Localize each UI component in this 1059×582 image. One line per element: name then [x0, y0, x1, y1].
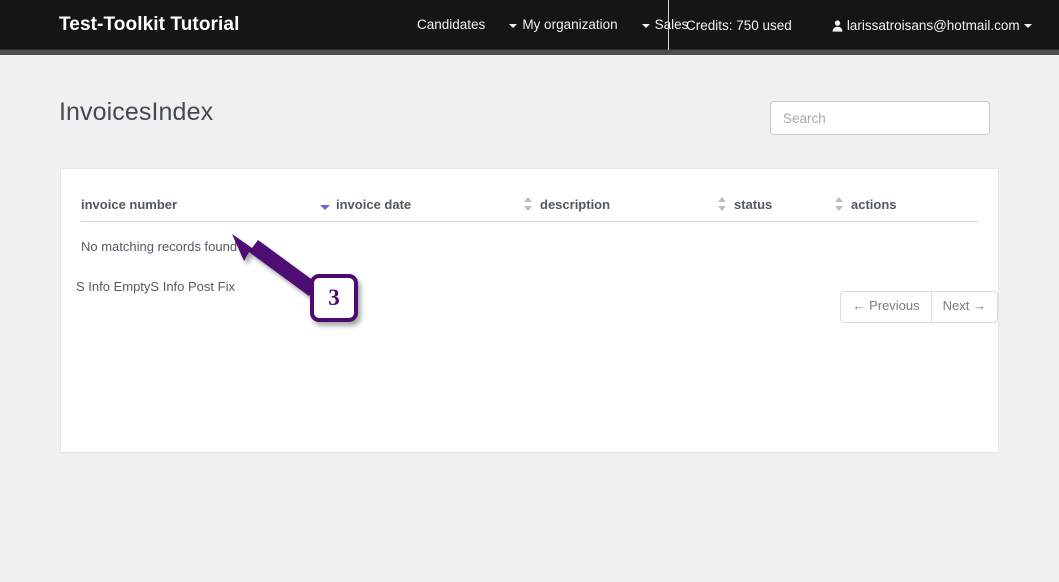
column-header-actions[interactable]: actions: [835, 197, 979, 222]
pagination-controls: ← Previous Next →: [840, 291, 998, 323]
table-info-text: S Info EmptyS Info Post Fix: [76, 279, 235, 294]
navbar-divider: [668, 0, 669, 50]
page-title: InvoicesIndex: [59, 98, 214, 126]
user-account-menu[interactable]: larissatroisans@hotmail.com: [832, 18, 1032, 33]
navbar-bottom-strip: [0, 50, 1059, 55]
column-header-invoice-date[interactable]: invoice date: [320, 197, 540, 222]
caret-down-icon: [1023, 24, 1032, 28]
sort-desc-icon[interactable]: [320, 197, 330, 211]
column-header-invoice-number-label: invoice number: [81, 197, 178, 212]
empty-message: No matching records found: [81, 239, 238, 254]
navbar-right-section: Credits: 750 used larissatroisans@hotmai…: [686, 0, 1032, 50]
column-header-description[interactable]: description: [524, 197, 734, 222]
credits-label: Credits: 750 used: [686, 17, 792, 33]
column-header-invoice-date-label: invoice date: [336, 197, 412, 212]
sort-both-icon[interactable]: [524, 197, 533, 211]
column-header-invoice-number[interactable]: invoice number: [81, 197, 336, 222]
invoices-panel: invoice number invoice date description: [60, 168, 999, 453]
person-icon: [832, 20, 843, 32]
search-input[interactable]: [770, 101, 990, 135]
navbar-inner: Test-Toolkit Tutorial Candidates My orga…: [0, 0, 1059, 50]
brand-logo[interactable]: Test-Toolkit Tutorial: [59, 0, 239, 50]
table-empty-row: No matching records found: [81, 222, 979, 254]
sort-both-icon[interactable]: [835, 197, 844, 211]
top-navbar: Test-Toolkit Tutorial Candidates My orga…: [0, 0, 1059, 50]
nav-item-sales-label: Sales: [654, 17, 689, 32]
column-header-status-label: status: [734, 197, 773, 212]
next-page-button[interactable]: Next →: [930, 291, 998, 323]
table-header-row: invoice number invoice date description: [81, 197, 979, 222]
column-header-status[interactable]: status: [718, 197, 851, 222]
table-body: No matching records found: [81, 222, 979, 254]
nav-item-candidates[interactable]: Candidates: [405, 0, 497, 50]
nav-item-candidates-label: Candidates: [417, 17, 486, 32]
chevron-down-icon: [641, 24, 650, 28]
column-header-description-label: description: [540, 197, 611, 212]
chevron-down-icon: [509, 24, 518, 28]
invoices-table: invoice number invoice date description: [81, 197, 979, 254]
column-header-actions-label: actions: [851, 197, 897, 212]
primary-nav: Candidates My organization Sales: [405, 0, 700, 50]
nav-item-my-organization[interactable]: My organization: [497, 0, 629, 50]
nav-item-my-organization-label: My organization: [522, 17, 618, 32]
user-email-label: larissatroisans@hotmail.com: [846, 17, 1020, 33]
previous-page-button[interactable]: ← Previous: [840, 291, 931, 323]
sort-both-icon[interactable]: [718, 197, 727, 211]
table-head: invoice number invoice date description: [81, 197, 979, 222]
